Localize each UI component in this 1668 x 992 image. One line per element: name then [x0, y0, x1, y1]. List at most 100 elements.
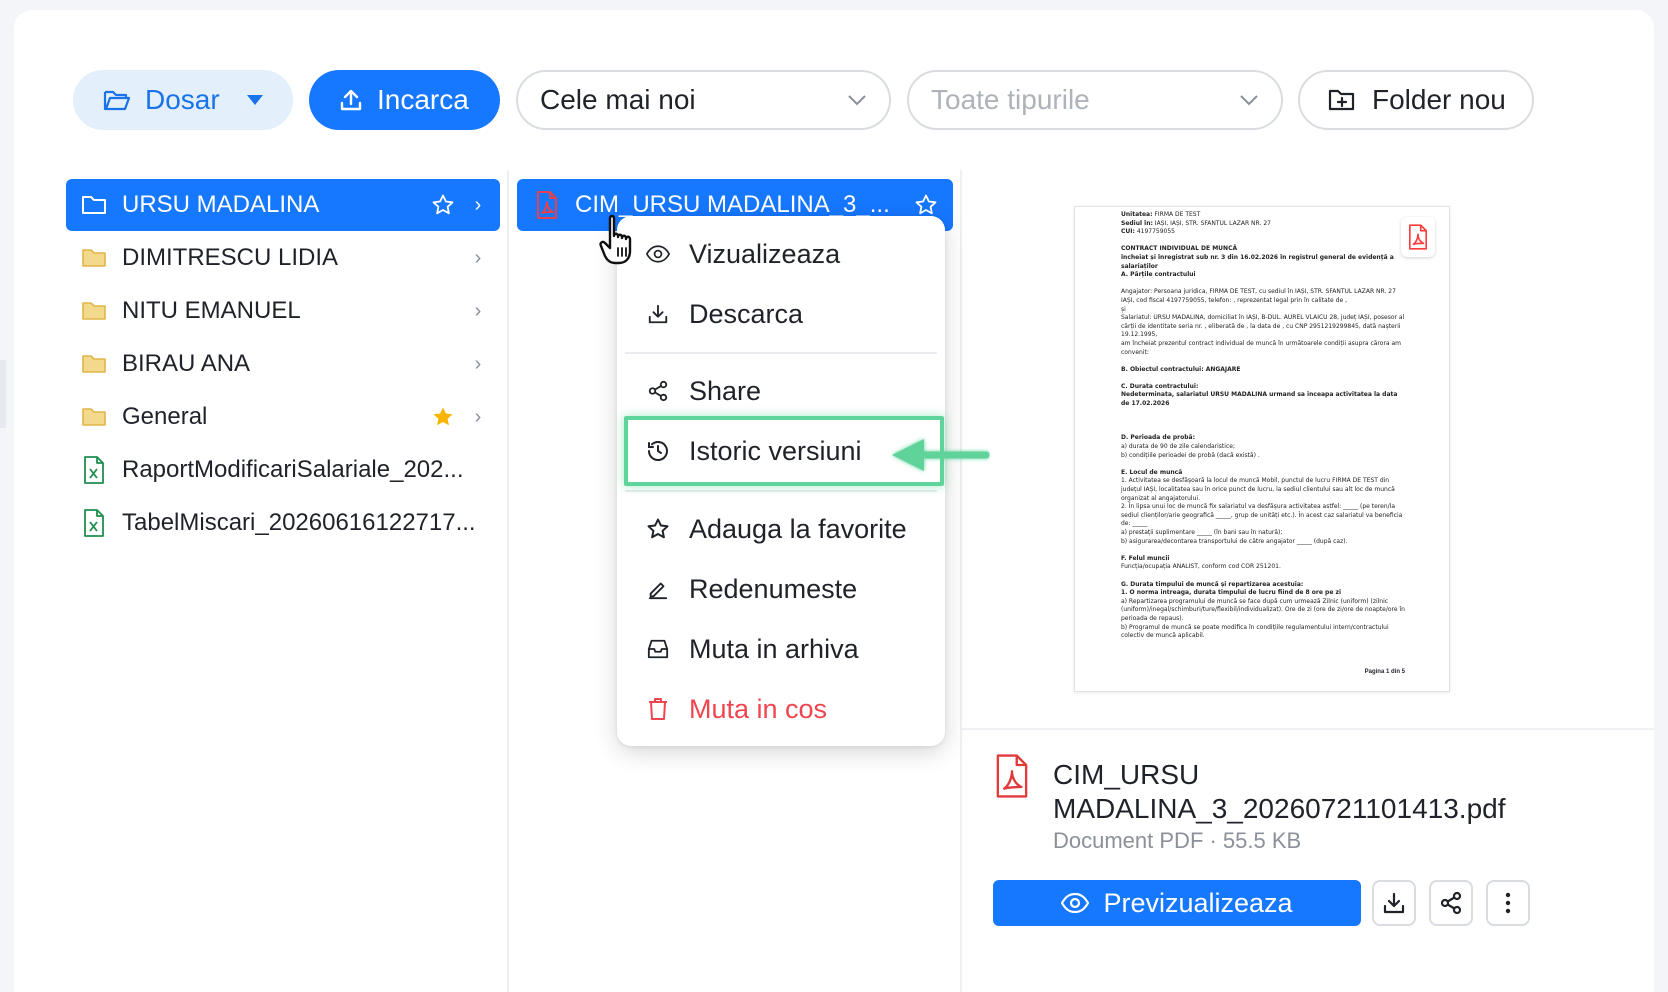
eye-icon — [645, 241, 671, 267]
folder-row[interactable]: General › — [66, 391, 500, 443]
hand-pointer-cursor-icon — [599, 214, 632, 265]
chevron-right-icon: › — [474, 405, 482, 428]
star-outline-icon[interactable] — [913, 193, 939, 217]
star-outline-icon[interactable] — [430, 193, 456, 217]
document-line: salariaților — [1121, 262, 1158, 270]
document-line: a) durata de 90 de zile calendaristice; — [1121, 443, 1235, 451]
document-preview[interactable]: Unitatea: FIRMA DE TEST Sediul în: IAȘI, … — [1074, 206, 1450, 692]
file-manager-panel: Dosar Incarca Cele mai noi Toate tipuril… — [14, 10, 1654, 992]
upload-label: Incarca — [377, 84, 469, 115]
sort-select[interactable]: Cele mai noi — [516, 70, 891, 130]
preview-button-label: Previzualizeaza — [1103, 887, 1293, 918]
file-name: TabelMiscari_20260616122717... — [122, 509, 476, 536]
file-type-select[interactable]: Toate tipurile — [907, 70, 1283, 130]
folder-icon — [80, 191, 108, 219]
trash-icon — [645, 696, 671, 722]
menu-item-label: Muta in arhiva — [689, 633, 859, 664]
column-divider — [960, 170, 962, 992]
file-name: RaportModificariSalariale_202... — [122, 456, 464, 483]
menu-item-view[interactable]: Vizualizeaza — [617, 226, 945, 282]
dosar-label: Dosar — [145, 84, 220, 115]
chevron-down-icon — [1240, 95, 1258, 106]
document-line: b) asigurarea/decontarea transportului d… — [1121, 537, 1348, 545]
excel-file-icon — [80, 509, 108, 537]
document-line: A. Părțile contractului — [1121, 271, 1196, 279]
folder-icon — [80, 350, 108, 378]
excel-file-icon — [80, 456, 108, 484]
download-button[interactable] — [1372, 880, 1416, 926]
folder-row[interactable]: URSU MADALINA › — [66, 179, 500, 231]
document-line: Nedeterminata, salariatul URSU MADALINA … — [1121, 391, 1398, 408]
document-line: CUI: 4197759055 — [1121, 228, 1176, 236]
new-folder-label: Folder nou — [1372, 84, 1506, 115]
document-line: D. Perioada de probă: — [1121, 434, 1196, 442]
menu-item-rename[interactable]: Redenumeste — [617, 561, 945, 617]
document-preview-text: Unitatea: FIRMA DE TEST Sediul în: IAȘI, … — [1121, 211, 1405, 641]
download-icon — [645, 301, 671, 327]
folder-name: URSU MADALINA — [122, 191, 320, 218]
menu-item-trash[interactable]: Muta in cos — [617, 681, 945, 737]
left-edge-highlight — [0, 360, 6, 428]
upload-button[interactable]: Incarca — [309, 70, 500, 130]
folder-icon — [80, 297, 108, 325]
menu-separator — [625, 490, 937, 492]
archive-icon — [645, 636, 671, 662]
folder-icon — [80, 403, 108, 431]
download-icon — [1383, 892, 1405, 914]
menu-item-label: Adauga la favorite — [689, 513, 907, 544]
new-folder-button[interactable]: Folder nou — [1298, 70, 1534, 130]
chevron-right-icon: › — [474, 193, 482, 216]
menu-item-share[interactable]: Share — [617, 363, 945, 419]
chevron-right-icon: › — [474, 299, 482, 322]
folder-row[interactable]: DIMITRESCU LIDIA › — [66, 232, 500, 284]
menu-item-label: Muta in cos — [689, 693, 828, 724]
details-divider — [962, 728, 1654, 730]
share-icon — [645, 378, 671, 404]
document-line: a) prestații suplimentare _____ (în bani… — [1121, 528, 1283, 536]
share-icon — [1440, 891, 1462, 915]
menu-item-download[interactable]: Descarca — [617, 286, 945, 342]
document-line: am încheiat prezentul contract individua… — [1121, 339, 1402, 356]
document-line: b) Programul de muncă se poate modifica … — [1121, 623, 1389, 640]
star-outline-icon — [645, 516, 671, 542]
document-line: G. Durata timpului de muncă și repartiza… — [1121, 580, 1304, 588]
document-line: încheiat și înregistrat sub nr. 3 din 16… — [1121, 253, 1394, 261]
menu-item-label: Descarca — [689, 298, 804, 329]
menu-item-add-favorite[interactable]: Adauga la favorite — [617, 501, 945, 557]
document-line: E. Locul de muncă — [1121, 468, 1183, 476]
folder-row[interactable]: NITU EMANUEL › — [66, 285, 500, 337]
document-line: a) Repartizarea programului de muncă se … — [1121, 597, 1405, 622]
document-line: B. Obiectul contractului: ANGAJARE — [1121, 365, 1241, 373]
more-options-button[interactable] — [1486, 880, 1530, 926]
dosar-dropdown-button[interactable]: Dosar — [73, 70, 293, 130]
document-line: Angajator: Persoana juridica, FIRMA DE T… — [1121, 288, 1396, 304]
share-button[interactable] — [1429, 880, 1473, 926]
folder-icon — [80, 244, 108, 272]
folder-name: BIRAU ANA — [122, 350, 251, 377]
caret-down-icon — [246, 95, 263, 105]
menu-item-archive[interactable]: Muta in arhiva — [617, 621, 945, 677]
pdf-file-icon — [994, 754, 1030, 803]
menu-item-label: Redenumeste — [689, 573, 858, 604]
folder-row[interactable]: BIRAU ANA › — [66, 338, 500, 390]
preview-button[interactable]: Previzualizeaza — [993, 880, 1361, 926]
document-line: 2. În lipsa unui loc de muncă fix salari… — [1121, 503, 1403, 528]
file-row[interactable]: TabelMiscari_20260616122717... — [66, 497, 500, 549]
star-filled-icon[interactable] — [430, 405, 456, 429]
document-line: și — [1121, 305, 1126, 313]
menu-item-label: Share — [689, 375, 762, 406]
document-line: Sediul în: IAȘI, IAȘI, STR. SFANTUL LAZA… — [1121, 219, 1271, 227]
pdf-file-icon — [533, 191, 561, 219]
details-file-name: CIM_URSU MADALINA_3_20260721101413.pdf — [1053, 759, 1506, 824]
more-vertical-icon — [1505, 892, 1511, 914]
file-row[interactable]: RaportModificariSalariale_202... — [66, 444, 500, 496]
document-line: Funcția/ocupația ANALIST, conform cod CO… — [1121, 563, 1281, 571]
